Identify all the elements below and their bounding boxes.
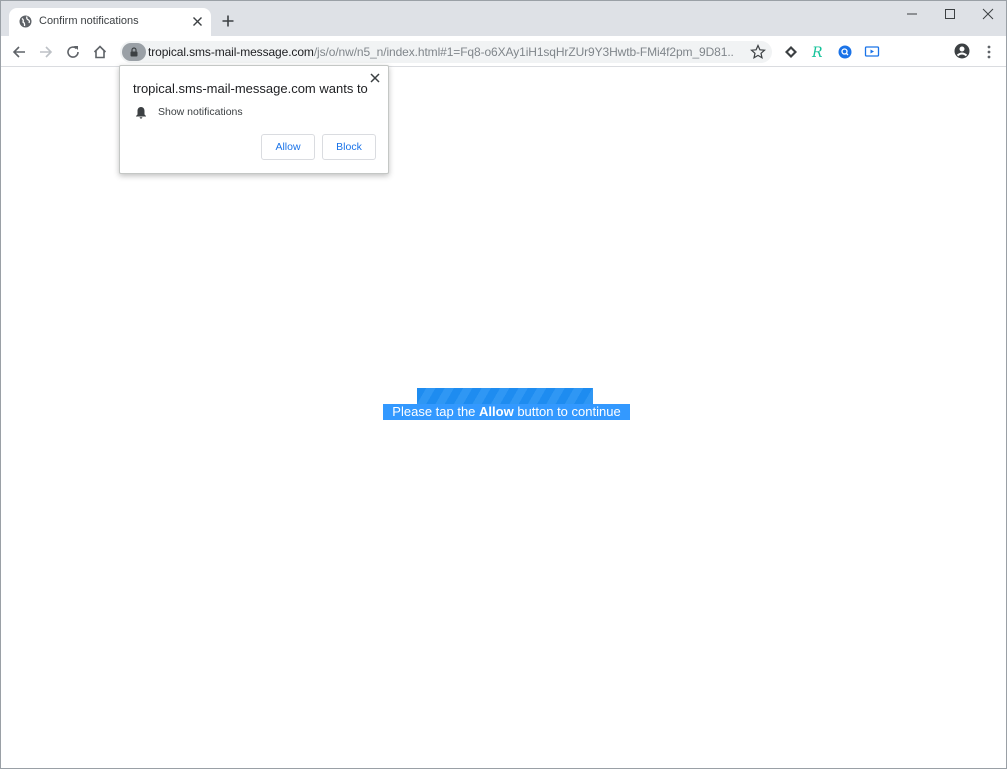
minimize-icon[interactable]: [905, 7, 919, 21]
star-icon[interactable]: [750, 44, 766, 60]
reload-icon[interactable]: [65, 44, 81, 60]
permission-item-label: Show notifications: [158, 106, 243, 118]
url-path: /js/o/nw/n5_n/index.html#1=Fq8-o6XAy1iH1…: [313, 45, 733, 59]
browser-window: Confirm notifications tropical.sms-mail-…: [0, 0, 1007, 769]
cta-bold: Allow: [479, 404, 514, 419]
permission-title: tropical.sms-mail-message.com wants to: [133, 81, 368, 96]
menu-icon[interactable]: [981, 44, 997, 60]
url-host: tropical.sms-mail-message.com: [148, 45, 314, 59]
allow-button[interactable]: Allow: [261, 134, 315, 160]
address-bar[interactable]: tropical.sms-mail-message.com/js/o/nw/n5…: [120, 41, 772, 63]
site-info-button[interactable]: [122, 43, 146, 61]
back-icon[interactable]: [11, 44, 27, 60]
extension-icon[interactable]: [783, 44, 799, 60]
close-icon[interactable]: [370, 73, 380, 83]
toolbar: tropical.sms-mail-message.com/js/o/nw/n5…: [1, 36, 1006, 67]
media-extension-icon[interactable]: [864, 44, 880, 60]
continue-instruction: Please tap the Allow button to continue: [383, 404, 630, 420]
notification-permission-dialog: tropical.sms-mail-message.com wants to S…: [119, 65, 389, 174]
cta-prefix: Please tap the: [392, 404, 480, 419]
search-extension-icon[interactable]: [837, 44, 853, 60]
tab-title: Confirm notifications: [39, 15, 139, 27]
tab-strip: Confirm notifications: [1, 1, 1006, 36]
bell-icon: [136, 107, 146, 119]
tab-confirm-notifications[interactable]: Confirm notifications: [9, 8, 211, 36]
globe-icon: [19, 15, 32, 28]
block-button[interactable]: Block: [322, 134, 376, 160]
url-text[interactable]: tropical.sms-mail-message.com/js/o/nw/n5…: [148, 45, 733, 59]
cta-suffix: button to continue: [513, 404, 621, 419]
profile-icon[interactable]: [954, 43, 970, 59]
window-close-icon[interactable]: [981, 7, 995, 21]
new-tab-icon[interactable]: [222, 15, 234, 27]
home-icon[interactable]: [92, 44, 108, 60]
loading-bar: [417, 388, 593, 404]
maximize-icon[interactable]: [943, 7, 957, 21]
forward-icon[interactable]: [38, 44, 54, 60]
svg-text:R: R: [811, 45, 823, 60]
lock-icon: [130, 47, 138, 57]
grammarly-icon[interactable]: R: [810, 44, 826, 60]
tab-close-icon[interactable]: [192, 16, 203, 27]
